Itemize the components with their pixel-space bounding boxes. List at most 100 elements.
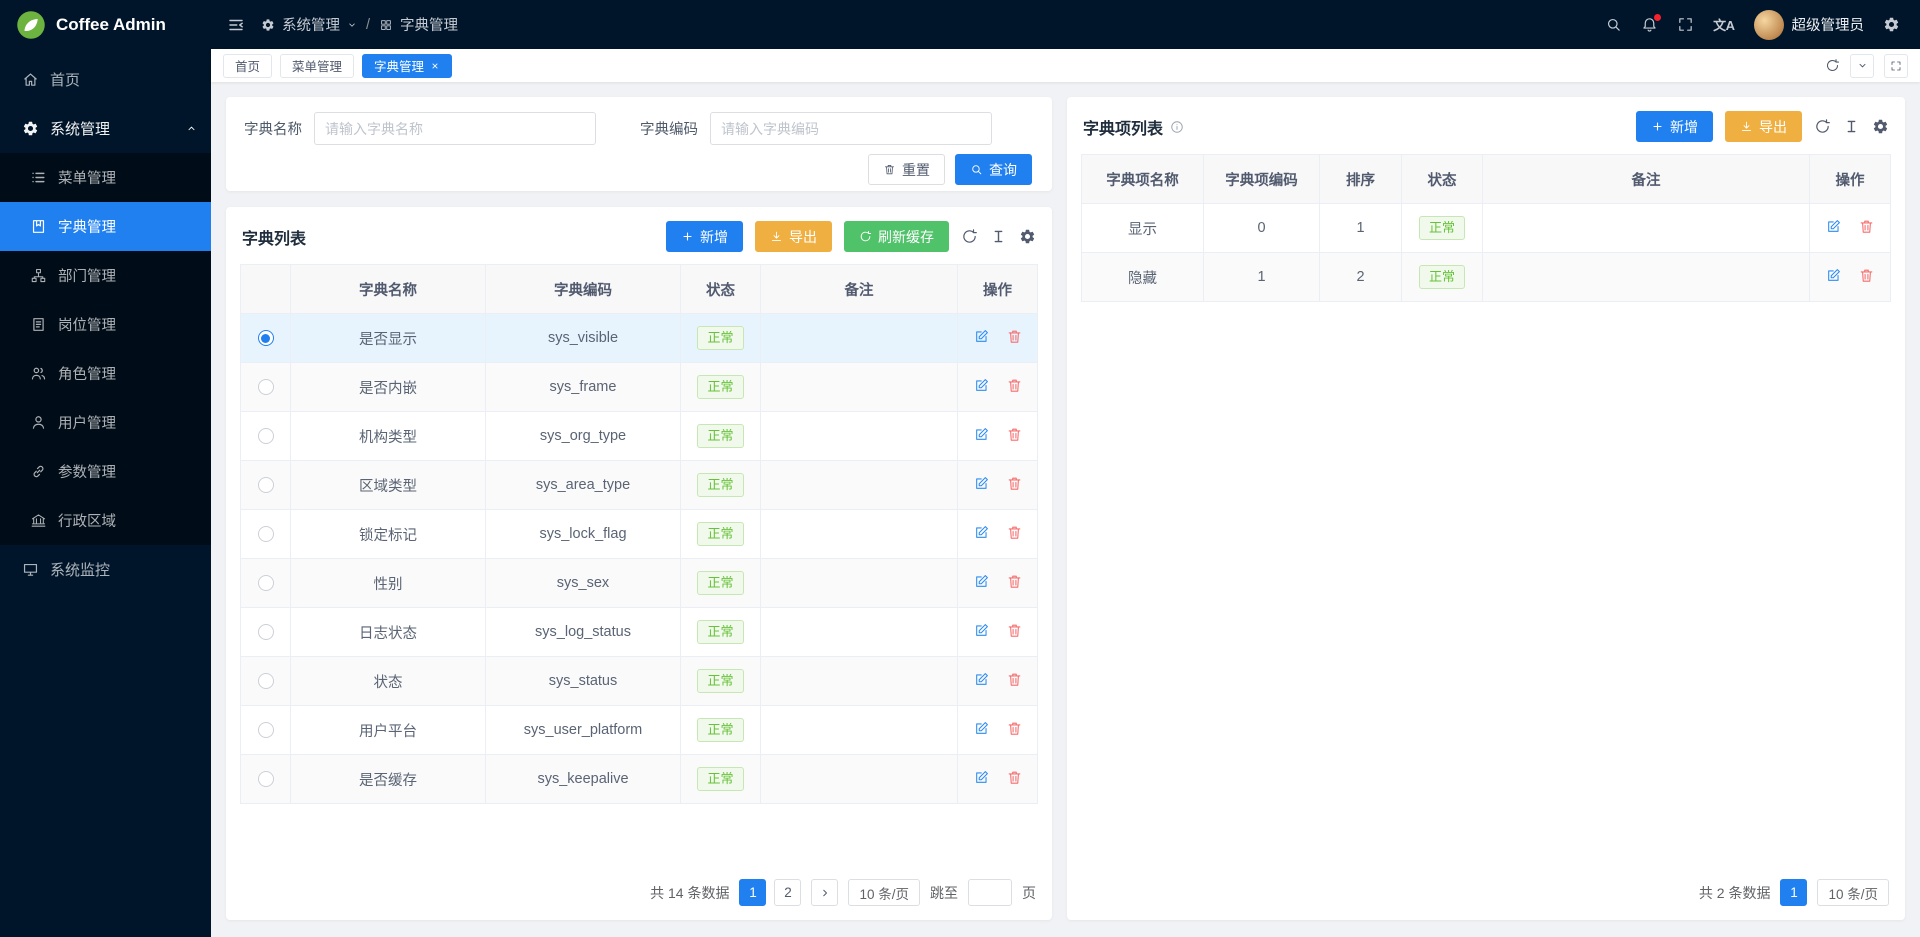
row-radio[interactable] [258,526,274,542]
edit-icon[interactable] [973,475,990,492]
page-size-select[interactable]: 10 条/页 [1817,879,1889,906]
row-radio[interactable] [258,330,274,346]
page-button-1[interactable]: 1 [739,879,766,906]
table-settings-icon[interactable] [1019,228,1036,245]
export-dict-button[interactable]: 导出 [755,221,832,252]
edit-icon[interactable] [973,328,990,345]
dict-table-row[interactable]: 性别sys_sex正常 [241,559,1038,608]
edit-icon[interactable] [973,377,990,394]
notifications-button[interactable] [1641,16,1658,33]
reset-button[interactable]: 重置 [868,154,945,185]
dict-name-input[interactable] [314,112,596,145]
edit-icon[interactable] [973,671,990,688]
delete-icon[interactable] [1006,475,1023,492]
settings-icon[interactable] [1883,16,1900,33]
edit-icon[interactable] [1825,267,1842,284]
tab-menu-management[interactable]: 菜单管理 [280,54,354,78]
row-radio[interactable] [258,722,274,738]
delete-icon[interactable] [1006,524,1023,541]
refresh-table-icon[interactable] [1814,118,1831,135]
tab-dict-management[interactable]: 字典管理 [362,54,452,78]
row-radio[interactable] [258,428,274,444]
dict-table-row[interactable]: 是否显示sys_visible正常 [241,314,1038,363]
dict-table-row[interactable]: 日志状态sys_log_status正常 [241,608,1038,657]
dict-table-wrap: 字典名称字典编码状态备注操作 是否显示sys_visible正常是否内嵌sys_… [240,264,1038,867]
edit-icon[interactable] [973,720,990,737]
dict-table-row[interactable]: 区域类型sys_area_type正常 [241,461,1038,510]
sidebar-item-menu-management[interactable]: 菜单管理 [0,153,211,202]
dict-column: 字典名称 字典编码 重置 [226,97,1052,920]
user-menu[interactable]: 超级管理员 [1754,10,1865,40]
delete-icon[interactable] [1006,769,1023,786]
dict-table-row[interactable]: 用户平台sys_user_platform正常 [241,706,1038,755]
delete-icon[interactable] [1006,328,1023,345]
column-header: 字典项名称 [1082,155,1204,204]
delete-icon[interactable] [1006,671,1023,688]
dict-table-row[interactable]: 是否缓存sys_keepalive正常 [241,755,1038,804]
sidebar-item-post-management[interactable]: 岗位管理 [0,300,211,349]
page-size-select[interactable]: 10 条/页 [848,879,920,906]
item-table-row[interactable]: 隐藏12正常 [1082,253,1891,302]
edit-icon[interactable] [1825,218,1842,235]
sidebar-item-home[interactable]: 首页 [0,55,211,104]
refresh-page-icon[interactable] [1825,58,1840,73]
add-item-button[interactable]: 新增 [1636,111,1713,142]
delete-icon[interactable] [1006,426,1023,443]
row-radio[interactable] [258,624,274,640]
add-dict-button[interactable]: 新增 [666,221,743,252]
sidebar-item-param-management[interactable]: 参数管理 [0,447,211,496]
fullscreen-icon[interactable] [1677,16,1694,33]
breadcrumb-current[interactable]: 字典管理 [400,14,458,35]
dict-table-row[interactable]: 状态sys_status正常 [241,657,1038,706]
table-settings-icon[interactable] [1872,118,1889,135]
language-icon[interactable]: 文A [1713,15,1734,34]
sidebar-item-user-management[interactable]: 用户管理 [0,398,211,447]
delete-icon[interactable] [1006,720,1023,737]
row-radio[interactable] [258,379,274,395]
dict-table-row[interactable]: 是否内嵌sys_frame正常 [241,363,1038,412]
row-radio[interactable] [258,575,274,591]
breadcrumb-parent[interactable]: 系统管理 [282,14,340,35]
edit-icon[interactable] [973,524,990,541]
page-button-2[interactable]: 2 [774,879,801,906]
dict-table-row[interactable]: 机构类型sys_org_type正常 [241,412,1038,461]
next-page-button[interactable] [811,879,838,906]
edit-icon[interactable] [973,573,990,590]
export-item-button[interactable]: 导出 [1725,111,1802,142]
jump-page-input[interactable] [968,879,1012,906]
edit-icon[interactable] [973,426,990,443]
column-settings-icon[interactable] [1843,118,1860,135]
row-radio[interactable] [258,477,274,493]
maximize-content-button[interactable] [1884,54,1908,78]
tabs-dropdown-button[interactable] [1850,54,1874,78]
tab-home[interactable]: 首页 [223,54,272,78]
refresh-cache-button[interactable]: 刷新缓存 [844,221,949,252]
delete-icon[interactable] [1006,622,1023,639]
sidebar-item-dept-management[interactable]: 部门管理 [0,251,211,300]
row-radio[interactable] [258,673,274,689]
delete-icon[interactable] [1006,377,1023,394]
sidebar-item-system-management[interactable]: 系统管理 [0,104,211,153]
close-icon[interactable] [430,61,440,71]
query-button[interactable]: 查询 [955,154,1032,185]
dict-table-row[interactable]: 锁定标记sys_lock_flag正常 [241,510,1038,559]
delete-icon[interactable] [1858,267,1875,284]
dict-code-input[interactable] [710,112,992,145]
sidebar-item-region-management[interactable]: 行政区域 [0,496,211,545]
search-icon[interactable] [1605,16,1622,33]
delete-icon[interactable] [1006,573,1023,590]
sidebar-item-label: 字典管理 [58,216,116,237]
sidebar-item-label: 用户管理 [58,412,116,433]
item-table-row[interactable]: 显示01正常 [1082,204,1891,253]
sidebar-item-dict-management[interactable]: 字典管理 [0,202,211,251]
sidebar-item-role-management[interactable]: 角色管理 [0,349,211,398]
row-radio[interactable] [258,771,274,787]
refresh-table-icon[interactable] [961,228,978,245]
sidebar-item-system-monitor[interactable]: 系统监控 [0,545,211,594]
edit-icon[interactable] [973,622,990,639]
page-button-1[interactable]: 1 [1780,879,1807,906]
menu-fold-icon[interactable] [227,16,245,34]
edit-icon[interactable] [973,769,990,786]
delete-icon[interactable] [1858,218,1875,235]
column-settings-icon[interactable] [990,228,1007,245]
